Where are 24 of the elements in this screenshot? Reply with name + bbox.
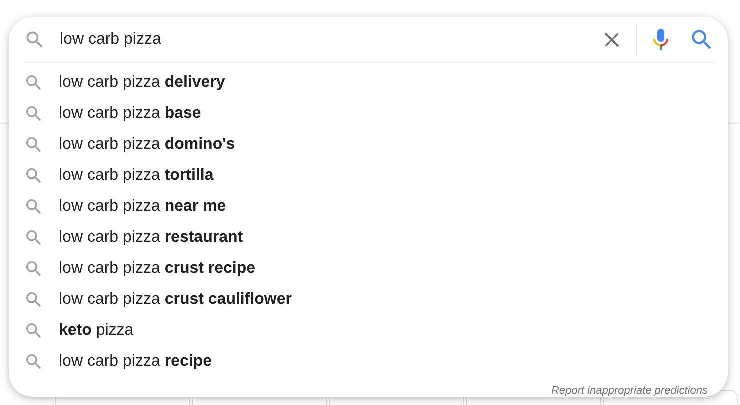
- search-icon: [24, 258, 44, 278]
- microphone-icon: [653, 28, 669, 52]
- search-icon: [24, 352, 44, 372]
- search-icon: [24, 134, 44, 154]
- suggestion-item[interactable]: low carb pizza crust cauliflower: [9, 284, 728, 315]
- report-link[interactable]: Report inappropriate predictions: [551, 385, 708, 397]
- suggestion-item[interactable]: low carb pizza recipe: [9, 346, 728, 377]
- suggestion-item[interactable]: low carb pizza near me: [9, 191, 728, 222]
- search-icon: [24, 104, 44, 124]
- suggestion-item[interactable]: low carb pizza delivery: [9, 67, 728, 98]
- search-field[interactable]: low carb pizza: [60, 28, 600, 52]
- suggestion-item[interactable]: low carb pizza tortilla: [9, 160, 728, 191]
- suggestion-item[interactable]: low carb pizza restaurant: [9, 222, 728, 253]
- suggestion-item[interactable]: low carb pizza domino's: [9, 129, 728, 160]
- search-icon: [24, 72, 44, 92]
- suggestion-item[interactable]: low carb pizza crust recipe: [9, 253, 728, 284]
- suggestion-item[interactable]: keto pizza: [9, 315, 728, 346]
- search-icon: [24, 196, 44, 216]
- search-icon: [24, 228, 44, 248]
- search-icon: [24, 320, 44, 340]
- suggestion-item[interactable]: low carb pizza base: [9, 98, 728, 129]
- search-icon: [24, 290, 44, 310]
- search-button[interactable]: [690, 28, 714, 52]
- search-icon: [24, 166, 44, 186]
